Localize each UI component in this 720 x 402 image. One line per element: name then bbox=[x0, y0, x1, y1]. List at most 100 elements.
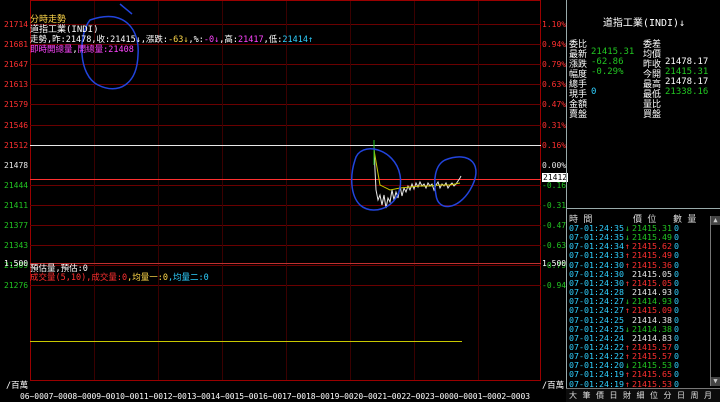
y-tick-right: -0.31 bbox=[542, 200, 567, 210]
volume-unit-right: /百萬 bbox=[542, 381, 565, 391]
tick-price: 21415.09 bbox=[632, 305, 672, 316]
scroll-up-icon[interactable]: ▲ bbox=[711, 216, 720, 225]
tick-price: 21414.93 bbox=[632, 287, 672, 298]
quote-label: 買盤 bbox=[643, 110, 662, 120]
tick-volume: 0 bbox=[674, 250, 679, 261]
tick-time: 07-01:24:19 bbox=[569, 369, 624, 380]
tick-direction-icon: ↓ bbox=[625, 223, 630, 233]
bottom-tab[interactable]: 位 bbox=[650, 390, 658, 401]
tick-direction-icon: ↑ bbox=[625, 241, 630, 252]
tick-time: 07-01:24:30 bbox=[569, 259, 624, 270]
bottom-tab[interactable]: 細 bbox=[637, 390, 645, 401]
tick-price: 21414.93 bbox=[632, 296, 672, 307]
y-tick-left: 21681 bbox=[4, 40, 29, 50]
tick-scrollbar[interactable]: ▲ ▼ bbox=[710, 216, 720, 386]
tick-direction-icon: ↑ bbox=[625, 259, 630, 270]
bottom-tab[interactable]: 大 bbox=[569, 390, 577, 401]
bottom-tab[interactable]: 財 bbox=[623, 390, 631, 401]
tick-direction-icon: ↓ bbox=[625, 296, 630, 307]
tick-volume: 0 bbox=[674, 287, 679, 298]
tick-price: 21415.36 bbox=[632, 259, 672, 270]
annotation-stroke bbox=[119, 3, 133, 15]
bottom-tab[interactable]: 月 bbox=[704, 390, 712, 401]
y-tick-right: 0.79% bbox=[542, 60, 567, 70]
tick-volume: 0 bbox=[674, 360, 679, 371]
y-tick-right: 0.16% bbox=[542, 140, 567, 150]
chart-canvas bbox=[30, 0, 541, 381]
tick-time: 07-01:24:34 bbox=[569, 241, 624, 252]
tick-direction-icon: ↑ bbox=[625, 351, 630, 362]
tick-volume: 0 bbox=[674, 268, 679, 279]
tick-time: 07-01:24:33 bbox=[569, 250, 624, 261]
tick-price: 21415.31 bbox=[632, 223, 672, 233]
chart-frame bbox=[30, 0, 541, 381]
tick-price: 21414.38 bbox=[632, 314, 672, 325]
tick-price: 21415.57 bbox=[632, 351, 672, 362]
tick-time: 07-01:24:28 bbox=[569, 287, 624, 298]
bottom-tab[interactable]: 分 bbox=[664, 390, 672, 401]
tick-time: 07-01:24:25 bbox=[569, 314, 624, 325]
tick-time: 07-01:24:20 bbox=[569, 360, 624, 371]
volume-indicator-line: 成交量(5,10),成交量:0,均量一:0,均量二:0 bbox=[30, 273, 209, 283]
bottom-tab[interactable]: 價 bbox=[596, 390, 604, 401]
tick-volume: 0 bbox=[674, 351, 679, 362]
y-tick-right: 0.31% bbox=[542, 120, 567, 130]
tick-time: 07-01:24:22 bbox=[569, 341, 624, 352]
quote-value: 21415.31 bbox=[665, 67, 709, 77]
quote-value: 21478.17 bbox=[665, 77, 709, 87]
tick-time: 07-01:24:27 bbox=[569, 296, 624, 307]
y-tick-left: 21478 bbox=[4, 160, 29, 170]
intraday-chart[interactable]: 21714 21681 21647 21613 21579 21546 21512 21478… bbox=[0, 0, 569, 401]
tick-volume: 0 bbox=[674, 378, 679, 389]
bottom-tab[interactable]: 筆 bbox=[583, 390, 591, 401]
quote-value: 21415.31 bbox=[591, 47, 635, 57]
y-tick-right: 0.00% bbox=[542, 160, 567, 170]
tick-volume: 0 bbox=[674, 223, 679, 233]
x-axis-times: 06~0007~0008~0009~0010~0011~0012~0013~00… bbox=[20, 392, 530, 401]
quote-panel: 道指工業(INDI)↓ 委比 委差 最新 21415.31 均價 漲跌 -62.86 昨收 21… bbox=[566, 0, 720, 208]
y-tick-right: 0.63% bbox=[542, 80, 567, 90]
quote-value: 0 bbox=[591, 87, 597, 97]
bottom-tab[interactable]: 日 bbox=[610, 390, 618, 401]
bottom-tab[interactable]: 日 bbox=[677, 390, 685, 401]
tick-time: 07-01:24:19 bbox=[569, 378, 624, 389]
time-gridlines bbox=[94, 1, 479, 380]
tick-volume: 0 bbox=[674, 277, 679, 288]
y-tick-left: 21647 bbox=[4, 60, 29, 70]
tick-time: 07-01:24:35 bbox=[569, 223, 624, 233]
y-tick-left: 21377 bbox=[4, 221, 29, 230]
tick-direction-icon: ↓ bbox=[625, 232, 630, 243]
tick-volume: 0 bbox=[674, 332, 679, 343]
tick-volume: 0 bbox=[674, 314, 679, 325]
bottom-tab[interactable]: 周 bbox=[691, 390, 699, 401]
tick-volume: 0 bbox=[674, 241, 679, 252]
scroll-down-icon[interactable]: ▼ bbox=[711, 377, 720, 386]
annotation-circle-recover bbox=[433, 156, 477, 208]
y-tick-left: 21343 bbox=[4, 241, 29, 251]
tick-volume: 0 bbox=[674, 369, 679, 380]
quote-title: 道指工業(INDI)↓ bbox=[602, 18, 686, 29]
tick-volume: 0 bbox=[674, 296, 679, 307]
tick-price: 21415.49 bbox=[632, 250, 672, 261]
y-tick-right: 0.47% bbox=[542, 100, 567, 110]
tick-price: 21414.38 bbox=[632, 323, 672, 334]
tick-direction-icon: ↑ bbox=[625, 378, 630, 389]
tick-direction-icon: ↑ bbox=[625, 369, 630, 380]
tick-time: 07-01:24:30 bbox=[569, 277, 624, 288]
y-tick-left: 21276 bbox=[4, 281, 29, 291]
tick-direction-icon: ↓ bbox=[625, 323, 630, 334]
tick-price: 21415.49 bbox=[632, 232, 672, 243]
tick-volume: 0 bbox=[674, 259, 679, 270]
tick-direction-icon: ↑ bbox=[625, 305, 630, 316]
y-tick-right: -0.63 bbox=[542, 241, 567, 251]
tick-list-panel[interactable]: 時 間 價 位 數 量 07-01:24:35 ↓ 21415.31 0 07-01:2… bbox=[566, 208, 720, 402]
tick-price: 21415.62 bbox=[632, 241, 672, 252]
volume-scale-right: 1.500 bbox=[542, 259, 567, 268]
tick-direction-icon: ↑ bbox=[625, 250, 630, 261]
y-tick-right: 0.94% bbox=[542, 40, 567, 50]
tick-volume: 0 bbox=[674, 232, 679, 243]
tick-price: 21415.57 bbox=[632, 341, 672, 352]
price-tag: 21412 bbox=[542, 173, 569, 182]
y-tick-left: 21613 bbox=[4, 80, 29, 90]
tick-volume: 0 bbox=[674, 341, 679, 352]
